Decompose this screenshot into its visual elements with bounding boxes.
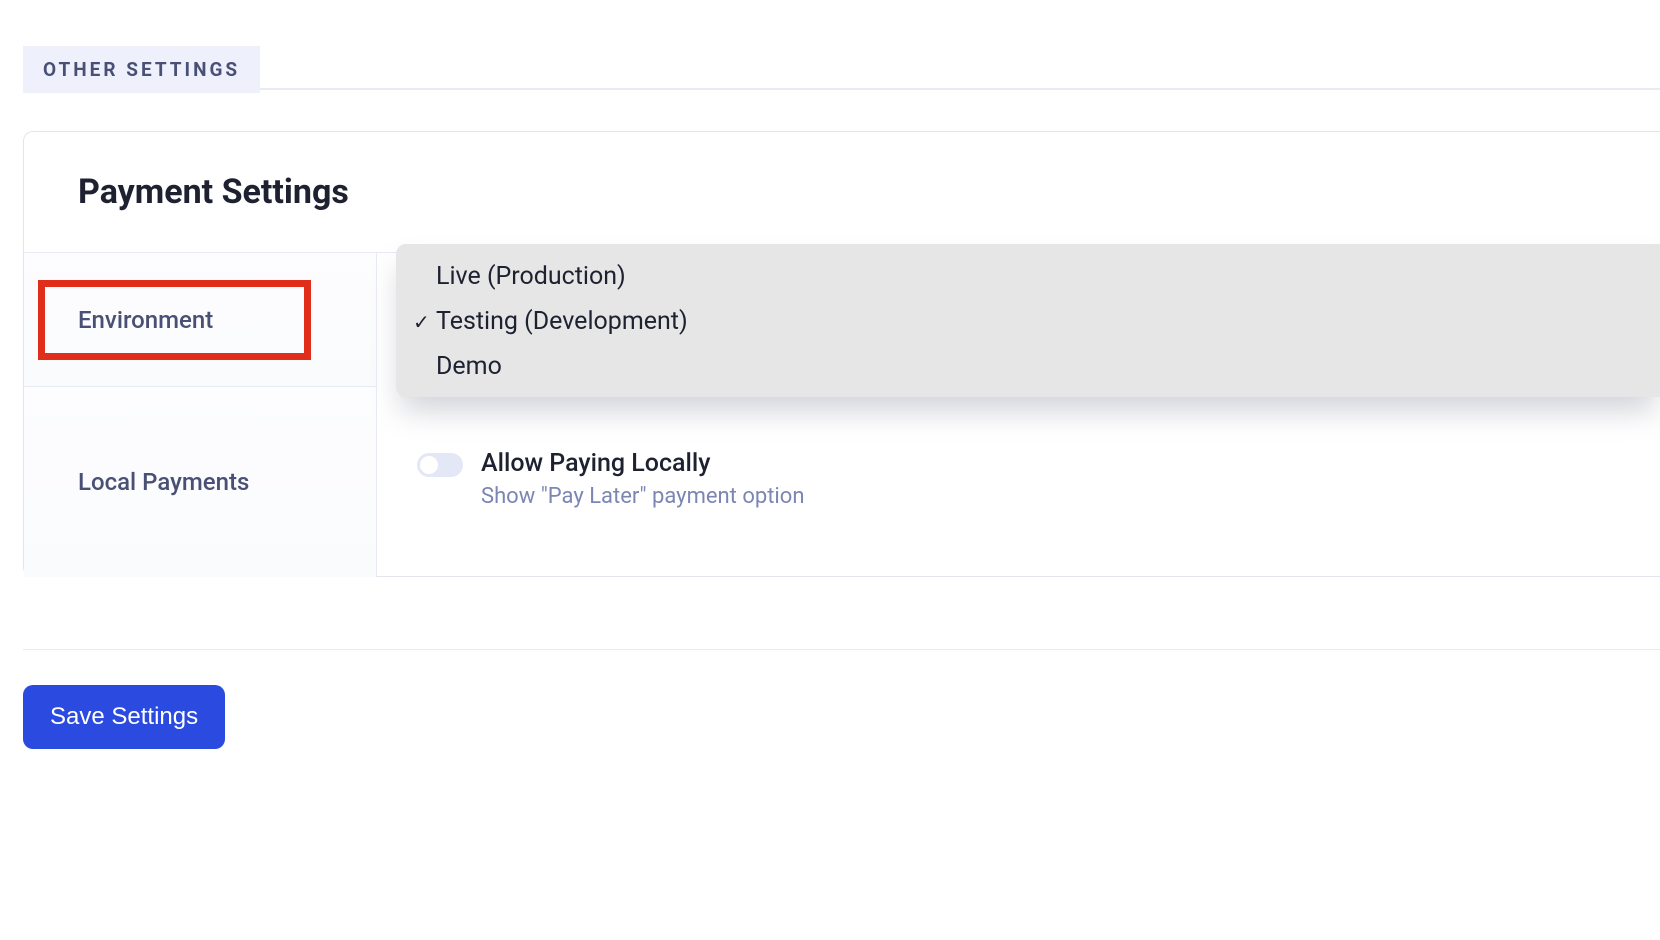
toggle-text-group: Allow Paying Locally Show "Pay Later" pa… [481, 449, 804, 509]
environment-dropdown[interactable]: Live (Production) ✓ Testing (Development… [396, 244, 1660, 397]
local-payments-content-cell: Allow Paying Locally Show "Pay Later" pa… [377, 387, 1660, 577]
toggle-title: Allow Paying Locally [481, 449, 804, 478]
tab-header-bar: OTHER SETTINGS [23, 46, 1660, 90]
label-environment-text: Environment [78, 306, 213, 334]
toggle-allow-local-payments[interactable] [417, 453, 463, 477]
card-title: Payment Settings [24, 132, 1660, 252]
dropdown-option-demo[interactable]: Demo [396, 344, 1660, 389]
footer-divider [23, 649, 1660, 650]
dropdown-option-demo-label: Demo [436, 352, 502, 381]
dropdown-option-testing[interactable]: ✓ Testing (Development) [396, 299, 1660, 344]
label-local-payments-text: Local Payments [78, 468, 249, 496]
row-local-payments: Local Payments Allow Paying Locally Show… [24, 387, 1660, 577]
toggle-knob [420, 456, 438, 474]
dropdown-option-live[interactable]: Live (Production) [396, 254, 1660, 299]
payment-settings-card: Payment Settings Environment Local Payme… [23, 131, 1660, 577]
label-environment: Environment [24, 253, 377, 387]
save-settings-button[interactable]: Save Settings [23, 685, 225, 749]
toggle-description: Show "Pay Later" payment option [481, 484, 804, 509]
label-local-payments: Local Payments [24, 387, 377, 577]
dropdown-option-testing-label: Testing (Development) [436, 307, 688, 336]
tab-other-settings[interactable]: OTHER SETTINGS [23, 46, 260, 93]
check-icon: ✓ [413, 310, 430, 334]
dropdown-option-live-label: Live (Production) [436, 262, 626, 291]
